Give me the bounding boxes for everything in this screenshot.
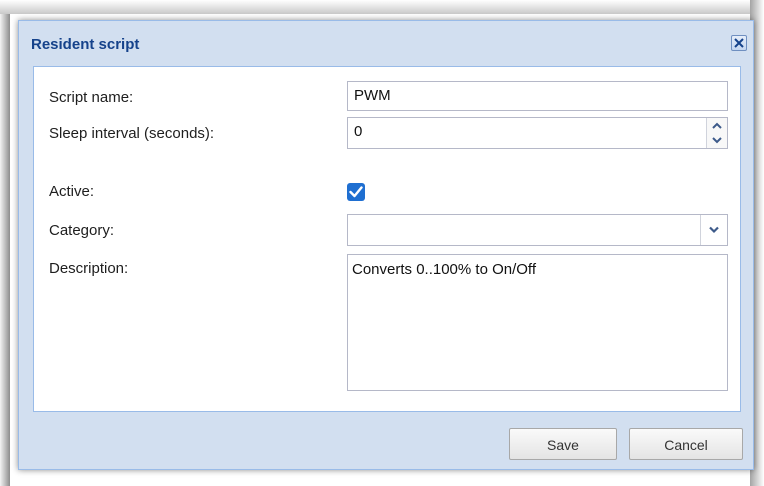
sleep-interval-value: 0 — [354, 123, 363, 140]
active-checkbox[interactable] — [347, 183, 365, 201]
category-dropdown-trigger[interactable] — [700, 215, 727, 245]
screen-edge-top — [0, 0, 764, 14]
cancel-button[interactable]: Cancel — [629, 428, 743, 460]
screen-edge-left — [0, 0, 10, 486]
resident-script-dialog: Resident script Script name: PWM Sleep i… — [18, 20, 754, 470]
chevron-down-icon[interactable] — [711, 135, 723, 145]
description-textarea[interactable]: Converts 0..100% to On/Off — [347, 254, 728, 391]
save-button[interactable]: Save — [509, 428, 617, 460]
description-label: Description: — [49, 260, 129, 277]
category-label: Category: — [49, 222, 115, 239]
close-icon — [734, 38, 744, 48]
chevron-up-icon[interactable] — [711, 121, 723, 131]
chevron-down-icon — [709, 226, 719, 234]
checkmark-icon — [349, 186, 363, 198]
dialog-title: Resident script — [31, 36, 140, 53]
sleep-interval-label: Sleep interval (seconds): — [49, 125, 215, 142]
dialog-footer: Save Cancel — [19, 411, 753, 469]
active-label: Active: — [49, 183, 95, 200]
sleep-interval-input[interactable]: 0 — [347, 117, 728, 149]
script-name-input[interactable]: PWM — [347, 81, 728, 111]
dialog-titlebar[interactable]: Resident script — [19, 21, 753, 65]
form-panel: Script name: PWM Sleep interval (seconds… — [33, 66, 741, 412]
script-name-label: Script name: — [49, 89, 134, 106]
category-select[interactable] — [347, 214, 728, 246]
close-button[interactable] — [731, 35, 747, 51]
sleep-interval-spinner[interactable] — [706, 118, 727, 148]
script-name-value: PWM — [354, 87, 391, 104]
